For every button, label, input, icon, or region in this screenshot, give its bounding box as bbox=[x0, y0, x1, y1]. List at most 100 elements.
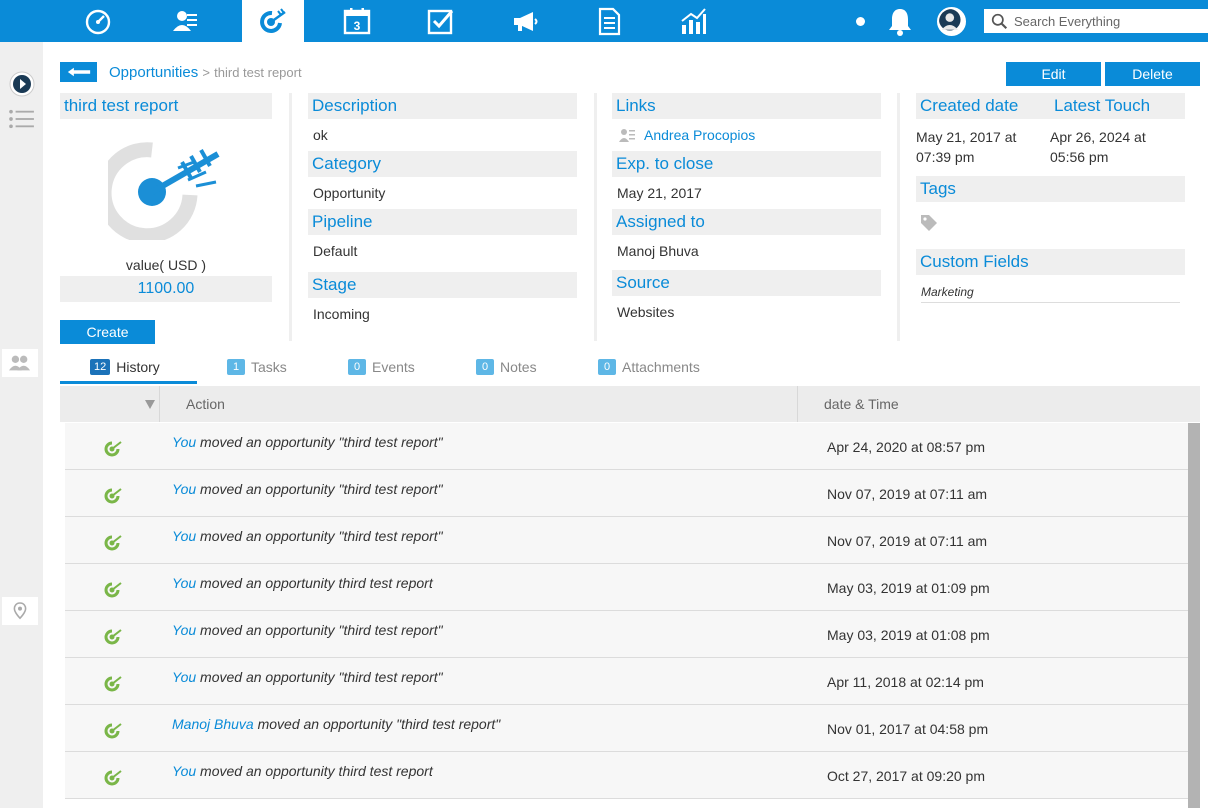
delete-button[interactable]: Delete bbox=[1105, 62, 1200, 86]
history-action: You moved an opportunity third test repo… bbox=[172, 763, 433, 779]
history-action: Manoj Bhuva moved an opportunity "third … bbox=[172, 716, 500, 732]
table-row: You moved an opportunity third test repo… bbox=[65, 564, 1188, 611]
pipeline-heading: Pipeline bbox=[308, 209, 577, 235]
opportunity-icon bbox=[104, 676, 122, 692]
list-view-button[interactable] bbox=[6, 105, 38, 133]
list-icon bbox=[9, 109, 34, 129]
history-action: You moved an opportunity "third test rep… bbox=[172, 622, 443, 638]
table-row: You moved an opportunity "third test rep… bbox=[65, 611, 1188, 658]
tab-notes-label: Notes bbox=[500, 359, 537, 375]
search-icon[interactable] bbox=[984, 9, 1014, 33]
history-action: You moved an opportunity "third test rep… bbox=[172, 528, 443, 544]
table-row: You moved an opportunity third test repo… bbox=[65, 752, 1188, 799]
source-heading: Source bbox=[612, 270, 881, 296]
search-box[interactable] bbox=[984, 9, 1208, 33]
created-time-line: 07:39 pm bbox=[916, 149, 975, 165]
column-divider bbox=[897, 93, 900, 341]
history-datetime: Oct 27, 2017 at 09:20 pm bbox=[827, 768, 985, 784]
history-actor-link[interactable]: You bbox=[172, 481, 196, 497]
assigned-heading: Assigned to bbox=[612, 209, 881, 235]
tab-notes[interactable]: 0 Notes bbox=[476, 350, 537, 384]
location-button[interactable] bbox=[2, 597, 38, 625]
linked-contact-link[interactable]: Andrea Procopios bbox=[644, 127, 755, 143]
search-input[interactable] bbox=[1014, 13, 1204, 29]
history-actor-link[interactable]: You bbox=[172, 622, 196, 638]
play-icon bbox=[9, 71, 35, 97]
close-date-heading: Exp. to close bbox=[612, 151, 881, 177]
datetime-column-header[interactable]: date & Time bbox=[824, 396, 899, 412]
history-datetime: Nov 07, 2019 at 07:11 am bbox=[827, 533, 988, 549]
history-actor-link[interactable]: You bbox=[172, 763, 196, 779]
close-date-value: May 21, 2017 bbox=[617, 185, 702, 201]
table-row: Manoj Bhuva moved an opportunity "third … bbox=[65, 705, 1188, 752]
contacts-icon bbox=[173, 11, 197, 31]
edit-button[interactable]: Edit bbox=[1006, 62, 1101, 86]
breadcrumb-separator: > bbox=[202, 65, 210, 80]
checkbox-icon bbox=[427, 9, 454, 35]
caret-down-icon[interactable] bbox=[144, 398, 156, 410]
tags-heading: Tags bbox=[916, 176, 1185, 202]
history-datetime: Nov 07, 2019 at 07:11 am bbox=[827, 486, 988, 502]
speedometer-icon bbox=[85, 9, 111, 35]
column-divider bbox=[594, 93, 597, 341]
contacts-icon bbox=[9, 355, 31, 371]
tab-history[interactable]: 12 History bbox=[90, 350, 160, 384]
tab-attachments-label: Attachments bbox=[622, 359, 700, 375]
latest-touch-value: Apr 26, 2024 at 05:56 pm bbox=[1050, 127, 1146, 167]
contacts-panel-button[interactable] bbox=[2, 349, 38, 377]
breadcrumb-opportunities-link[interactable]: Opportunities bbox=[109, 64, 198, 81]
nav-reports[interactable] bbox=[662, 0, 724, 42]
tab-events[interactable]: 0 Events bbox=[348, 350, 415, 384]
contact-card-icon bbox=[619, 129, 635, 142]
deal-value: 1100.00 bbox=[60, 276, 272, 302]
status-dot-icon bbox=[856, 17, 865, 26]
history-action-text: moved an opportunity "third test report" bbox=[196, 434, 443, 450]
chart-icon bbox=[681, 8, 706, 34]
nav-campaigns[interactable] bbox=[494, 0, 556, 42]
nav-contacts[interactable] bbox=[154, 0, 216, 42]
opportunity-icon bbox=[104, 629, 122, 645]
history-action-text: moved an opportunity third test report bbox=[196, 763, 433, 779]
bell-icon[interactable] bbox=[886, 6, 914, 36]
opportunity-icon bbox=[104, 723, 122, 739]
nav-dashboard[interactable] bbox=[67, 0, 129, 42]
links-heading: Links bbox=[612, 93, 881, 119]
table-scrollbar[interactable] bbox=[1188, 423, 1200, 808]
history-actor-link[interactable]: You bbox=[172, 528, 196, 544]
nav-documents[interactable] bbox=[578, 0, 640, 42]
history-actor-link[interactable]: You bbox=[172, 434, 196, 450]
back-button[interactable] bbox=[60, 62, 97, 82]
value-label: value( USD ) bbox=[125, 257, 207, 273]
deal-title: third test report bbox=[60, 93, 272, 119]
history-actor-link[interactable]: Manoj Bhuva bbox=[172, 716, 254, 732]
history-table-header: Action date & Time bbox=[60, 386, 1200, 422]
filter-column[interactable] bbox=[60, 386, 160, 422]
arrow-left-icon bbox=[67, 67, 90, 77]
history-action-text: moved an opportunity third test report bbox=[196, 575, 433, 591]
history-actor-link[interactable]: You bbox=[172, 669, 196, 685]
deal-target-icon bbox=[108, 142, 220, 240]
breadcrumb: Opportunities > third test report bbox=[109, 64, 302, 81]
history-actor-link[interactable]: You bbox=[172, 575, 196, 591]
history-count-badge: 12 bbox=[90, 359, 111, 375]
description-value: ok bbox=[313, 127, 328, 143]
avatar[interactable] bbox=[937, 7, 966, 36]
nav-calendar[interactable]: 3 bbox=[326, 0, 388, 42]
breadcrumb-current: third test report bbox=[214, 65, 302, 80]
nav-tasks[interactable] bbox=[410, 0, 472, 42]
svg-text:3: 3 bbox=[354, 19, 361, 33]
tab-tasks-label: Tasks bbox=[251, 359, 287, 375]
expand-sidebar-button[interactable] bbox=[8, 70, 36, 98]
megaphone-icon bbox=[514, 12, 538, 31]
attachments-count-badge: 0 bbox=[598, 359, 616, 375]
history-table-body: You moved an opportunity "third test rep… bbox=[65, 423, 1188, 799]
nav-deals[interactable] bbox=[242, 0, 304, 42]
opportunity-icon bbox=[104, 441, 122, 457]
source-value: Websites bbox=[617, 304, 675, 320]
tab-attachments[interactable]: 0 Attachments bbox=[598, 350, 700, 384]
create-button[interactable]: Create bbox=[60, 320, 155, 344]
tab-tasks[interactable]: 1 Tasks bbox=[227, 350, 287, 384]
action-column-header[interactable]: Action bbox=[186, 396, 225, 412]
tag-icon[interactable] bbox=[920, 214, 938, 232]
history-datetime: Apr 24, 2020 at 08:57 pm bbox=[827, 439, 985, 455]
